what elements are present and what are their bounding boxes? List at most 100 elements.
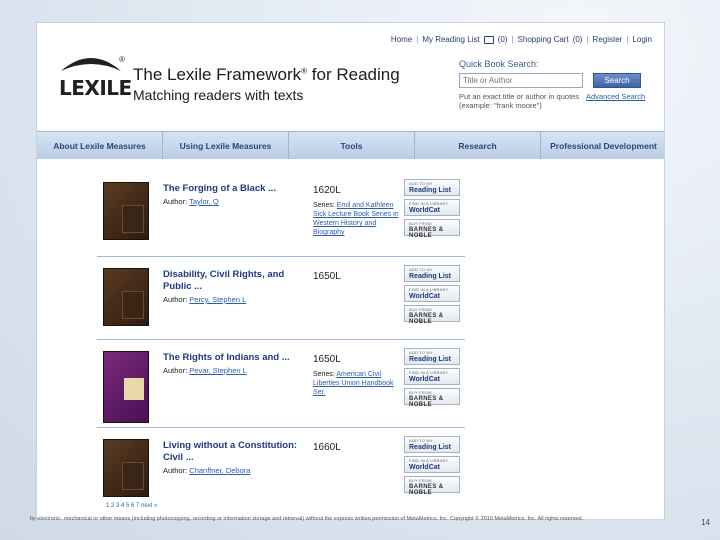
- add-to-reading-list-button[interactable]: ADD TO MY Reading List: [404, 179, 460, 196]
- worldcat-button[interactable]: FIND IN A LIBRARY WorldCat: [404, 368, 460, 385]
- button-caption: FIND IN A LIBRARY: [409, 458, 449, 463]
- book-series: Series: Emil and Kathleen Sick Lecture B…: [313, 201, 401, 237]
- button-caption: BUY FROM: [409, 390, 432, 395]
- book-result: The Forging of a Black ... Author: Taylo…: [97, 175, 465, 257]
- search-hint: Put an exact title or author in quotes (…: [459, 92, 580, 110]
- site-title-suffix: for Reading: [307, 65, 400, 84]
- register-link[interactable]: Register: [593, 35, 623, 44]
- quick-search-label: Quick Book Search:: [459, 59, 539, 69]
- button-caption: ADD TO MY: [409, 267, 433, 272]
- button-caption: ADD TO MY: [409, 438, 433, 443]
- barnes-noble-button[interactable]: BUY FROM BARNES & NOBLE: [404, 305, 460, 325]
- series-label: Series:: [313, 202, 335, 209]
- button-caption: BUY FROM: [409, 307, 432, 312]
- button-label: BARNES & NOBLE: [409, 484, 444, 496]
- button-label: Reading List: [409, 444, 452, 451]
- book-author-line: Author: Taylor, Q: [163, 197, 219, 206]
- quick-search-input[interactable]: [459, 73, 583, 88]
- button-caption: BUY FROM: [409, 478, 432, 483]
- author-link[interactable]: Chanffner, Debora: [189, 466, 250, 475]
- top-nav: Home | My Reading List (0) | Shopping Ca…: [391, 35, 652, 44]
- add-to-reading-list-button[interactable]: ADD TO MY Reading List: [404, 436, 460, 453]
- add-to-reading-list-button[interactable]: ADD TO MY Reading List: [404, 348, 460, 365]
- nav-about-lexile-measures[interactable]: About Lexile Measures: [37, 132, 163, 159]
- nav-separator: |: [511, 35, 514, 44]
- book-actions: ADD TO MY Reading List FIND IN A LIBRARY W…: [404, 265, 460, 325]
- author-link[interactable]: Pevar, Stephen L: [189, 366, 247, 375]
- button-label: Reading List: [409, 187, 452, 194]
- search-button[interactable]: Search: [593, 73, 641, 88]
- author-label: Author:: [163, 295, 188, 304]
- quick-search: Quick Book Search: Search Put an exact t…: [459, 59, 654, 119]
- cover-art-icon: [122, 462, 144, 490]
- lexile-measure: 1620L: [313, 185, 341, 196]
- cover-art-icon: [124, 378, 144, 400]
- logo-text: LEXILE: [59, 76, 132, 100]
- nav-separator: |: [416, 35, 419, 44]
- nav-separator: |: [586, 35, 589, 44]
- button-caption: ADD TO MY: [409, 350, 433, 355]
- button-caption: FIND IN A LIBRARY: [409, 287, 449, 292]
- nav-research[interactable]: Research: [415, 132, 541, 159]
- author-link[interactable]: Percy, Stephen L: [189, 295, 246, 304]
- button-label: WorldCat: [409, 464, 440, 471]
- book-title[interactable]: The Forging of a Black ...: [163, 183, 298, 195]
- cover-art-icon: [122, 291, 144, 319]
- book-actions: ADD TO MY Reading List FIND IN A LIBRARY W…: [404, 436, 460, 496]
- site-header: Home | My Reading List (0) | Shopping Ca…: [37, 23, 664, 131]
- book-title[interactable]: The Rights of Indians and ...: [163, 352, 298, 364]
- book-title[interactable]: Disability, Civil Rights, and Public ...: [163, 269, 298, 293]
- shopping-cart-link[interactable]: Shopping Cart: [518, 35, 569, 44]
- barnes-noble-button[interactable]: BUY FROM BARNES & NOBLE: [404, 219, 460, 239]
- series-label: Series:: [313, 371, 335, 378]
- barnes-noble-button[interactable]: BUY FROM BARNES & NOBLE: [404, 476, 460, 496]
- button-label: BARNES & NOBLE: [409, 313, 444, 325]
- pagination[interactable]: 1 2 3 4 5 6 7 next »: [106, 503, 157, 509]
- reading-list-link[interactable]: My Reading List: [422, 35, 479, 44]
- add-to-reading-list-button[interactable]: ADD TO MY Reading List: [404, 265, 460, 282]
- worldcat-button[interactable]: FIND IN A LIBRARY WorldCat: [404, 456, 460, 473]
- book-author-line: Author: Chanffner, Debora: [163, 466, 250, 475]
- button-label: Reading List: [409, 356, 452, 363]
- site-tagline: Matching readers with texts: [133, 87, 304, 103]
- site-title-main: The Lexile Framework: [133, 65, 302, 84]
- book-result: Living without a Constitution: Civil ...…: [97, 432, 465, 511]
- lexile-measure: 1660L: [313, 442, 341, 453]
- book-cover[interactable]: [103, 182, 149, 240]
- browser-page: Home | My Reading List (0) | Shopping Ca…: [36, 22, 665, 520]
- nav-tools[interactable]: Tools: [289, 132, 415, 159]
- book-author-line: Author: Percy, Stephen L: [163, 295, 246, 304]
- login-link[interactable]: Login: [632, 35, 652, 44]
- button-label: WorldCat: [409, 376, 440, 383]
- book-actions: ADD TO MY Reading List FIND IN A LIBRARY W…: [404, 179, 460, 239]
- button-caption: FIND IN A LIBRARY: [409, 201, 449, 206]
- author-label: Author:: [163, 197, 188, 206]
- cover-art-icon: [122, 205, 144, 233]
- book-actions: ADD TO MY Reading List FIND IN A LIBRARY W…: [404, 348, 460, 408]
- logo-registered-mark: ®: [119, 55, 125, 64]
- button-caption: BUY FROM: [409, 221, 432, 226]
- button-label: BARNES & NOBLE: [409, 227, 444, 239]
- button-label: WorldCat: [409, 293, 440, 300]
- worldcat-button[interactable]: FIND IN A LIBRARY WorldCat: [404, 285, 460, 302]
- book-title[interactable]: Living without a Constitution: Civil ...: [163, 440, 298, 464]
- site-title: The Lexile Framework® for Reading: [133, 65, 400, 85]
- author-link[interactable]: Taylor, Q: [189, 197, 219, 206]
- advanced-search-link[interactable]: Advanced Search: [586, 92, 645, 101]
- book-result: The Rights of Indians and ... Author: Pe…: [97, 344, 465, 428]
- nav-using-lexile-measures[interactable]: Using Lexile Measures: [163, 132, 289, 159]
- slide-page-number: 14: [701, 518, 710, 527]
- book-series: Series: American Civil Liberties Union H…: [313, 370, 401, 397]
- author-label: Author:: [163, 466, 188, 475]
- book-result: Disability, Civil Rights, and Public ...…: [97, 261, 465, 340]
- reading-list-count: (0): [497, 35, 508, 44]
- nav-professional-development[interactable]: Professional Development: [541, 132, 664, 159]
- main-nav: About Lexile Measures Using Lexile Measu…: [37, 131, 664, 159]
- book-cover[interactable]: [103, 439, 149, 497]
- home-link[interactable]: Home: [391, 35, 412, 44]
- barnes-noble-button[interactable]: BUY FROM BARNES & NOBLE: [404, 388, 460, 408]
- book-cover[interactable]: [103, 268, 149, 326]
- worldcat-button[interactable]: FIND IN A LIBRARY WorldCat: [404, 199, 460, 216]
- lexile-measure: 1650L: [313, 271, 341, 282]
- book-cover[interactable]: [103, 351, 149, 423]
